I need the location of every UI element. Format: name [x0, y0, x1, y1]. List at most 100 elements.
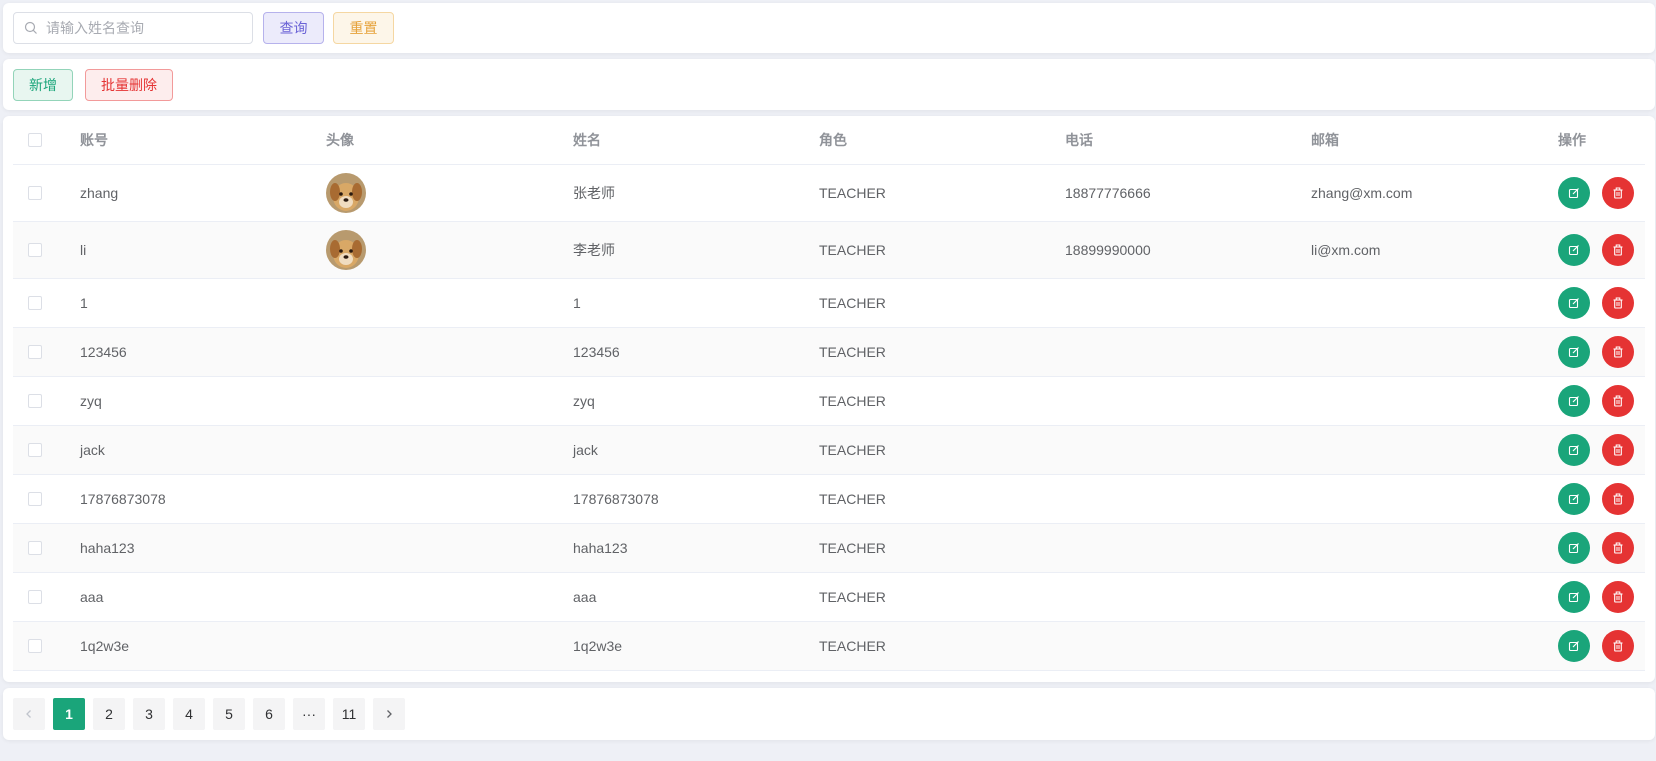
row-checkbox[interactable] — [28, 639, 42, 653]
row-checkbox[interactable] — [28, 394, 42, 408]
account-cell: 17876873078 — [80, 491, 166, 507]
role-cell: TEACHER — [819, 295, 886, 311]
prev-page-button[interactable] — [13, 698, 45, 730]
next-page-button[interactable] — [373, 698, 405, 730]
pagination-panel: 1 2 3 4 5 6 ··· 11 — [3, 688, 1655, 740]
delete-button[interactable] — [1602, 336, 1634, 368]
edit-button[interactable] — [1558, 532, 1590, 564]
page-button[interactable]: 2 — [93, 698, 125, 730]
reset-button[interactable]: 重置 — [333, 12, 394, 44]
row-select-cell — [28, 377, 42, 425]
delete-button[interactable] — [1602, 287, 1634, 319]
batch-delete-button[interactable]: 批量删除 — [85, 69, 173, 101]
column-header-account: 账号 — [80, 132, 108, 148]
edit-icon — [1568, 188, 1579, 199]
role-cell: TEACHER — [819, 638, 886, 654]
account-cell: aaa — [80, 589, 104, 605]
actions-cell — [1558, 426, 1634, 474]
actions-cell — [1558, 475, 1634, 523]
table-body: zhang 张老师 TEACHER 18877776666 zhang@xm.com li… — [13, 165, 1645, 671]
account-cell: zhang — [80, 185, 119, 201]
search-panel: 查询 重置 — [3, 3, 1655, 53]
role-cell: TEACHER — [819, 491, 886, 507]
trash-icon — [1613, 244, 1623, 256]
row-checkbox[interactable] — [28, 590, 42, 604]
row-select-cell — [28, 222, 42, 278]
role-cell: TEACHER — [819, 344, 886, 360]
row-checkbox[interactable] — [28, 443, 42, 457]
page-number-list: 1 2 3 4 5 6 ··· 11 — [53, 698, 365, 730]
edit-button[interactable] — [1558, 287, 1590, 319]
row-checkbox[interactable] — [28, 492, 42, 506]
page-button[interactable]: 3 — [133, 698, 165, 730]
search-button[interactable]: 查询 — [263, 12, 324, 44]
search-icon — [24, 21, 37, 34]
page-button[interactable]: 5 — [213, 698, 245, 730]
page-button[interactable]: 4 — [173, 698, 205, 730]
row-checkbox[interactable] — [28, 186, 42, 200]
row-checkbox[interactable] — [28, 296, 42, 310]
role-cell: TEACHER — [819, 442, 886, 458]
account-cell: jack — [80, 442, 105, 458]
chevron-right-icon — [387, 710, 392, 718]
row-select-cell — [28, 165, 42, 221]
row-checkbox[interactable] — [28, 345, 42, 359]
row-checkbox[interactable] — [28, 243, 42, 257]
actions-cell — [1558, 328, 1634, 376]
row-checkbox[interactable] — [28, 541, 42, 555]
row-select-cell — [28, 328, 42, 376]
select-all-cell — [28, 116, 42, 164]
edit-icon — [1568, 347, 1579, 358]
edit-button[interactable] — [1558, 581, 1590, 613]
actions-cell — [1558, 279, 1634, 327]
role-cell: TEACHER — [819, 393, 886, 409]
edit-button[interactable] — [1558, 177, 1590, 209]
delete-button[interactable] — [1602, 434, 1634, 466]
search-input[interactable] — [46, 13, 246, 43]
trash-icon — [1613, 591, 1623, 603]
trash-icon — [1613, 187, 1623, 199]
page-button[interactable]: 11 — [333, 698, 365, 730]
actions-cell — [1558, 524, 1634, 572]
table-panel: 账号 头像 姓名 角色 电话 邮箱 操作 zhang 张老师 TEACHER 1887… — [3, 116, 1655, 682]
row-select-cell — [28, 279, 42, 327]
edit-button[interactable] — [1558, 630, 1590, 662]
name-search-field[interactable] — [13, 12, 253, 44]
edit-button[interactable] — [1558, 336, 1590, 368]
page-button[interactable]: 6 — [253, 698, 285, 730]
actions-cell — [1558, 573, 1634, 621]
trash-icon — [1613, 346, 1623, 358]
avatar-cell — [326, 165, 366, 221]
delete-button[interactable] — [1602, 532, 1634, 564]
name-cell: zyq — [573, 393, 595, 409]
select-all-checkbox[interactable] — [28, 133, 42, 147]
phone-cell: 18899990000 — [1065, 242, 1151, 258]
edit-button[interactable] — [1558, 385, 1590, 417]
edit-button[interactable] — [1558, 483, 1590, 515]
chevron-left-icon — [26, 710, 31, 718]
add-button[interactable]: 新增 — [13, 69, 73, 101]
page-button[interactable]: 1 — [53, 698, 85, 730]
delete-button[interactable] — [1602, 177, 1634, 209]
account-cell: li — [80, 242, 87, 258]
trash-icon — [1613, 493, 1623, 505]
pagination: 1 2 3 4 5 6 ··· 11 — [13, 698, 405, 730]
delete-button[interactable] — [1602, 483, 1634, 515]
table-row: aaa aaa TEACHER — [13, 573, 1645, 622]
trash-icon — [1613, 444, 1623, 456]
row-select-cell — [28, 475, 42, 523]
more-pages-button[interactable]: ··· — [293, 698, 325, 730]
email-cell: zhang@xm.com — [1311, 185, 1413, 201]
delete-button[interactable] — [1602, 630, 1634, 662]
account-cell: zyq — [80, 393, 102, 409]
table-row: li 李老师 TEACHER 18899990000 li@xm.com — [13, 222, 1645, 279]
edit-button[interactable] — [1558, 234, 1590, 266]
table-row: 17876873078 17876873078 TEACHER — [13, 475, 1645, 524]
delete-button[interactable] — [1602, 234, 1634, 266]
name-cell: 1q2w3e — [573, 638, 623, 654]
delete-button[interactable] — [1602, 385, 1634, 417]
delete-button[interactable] — [1602, 581, 1634, 613]
edit-button[interactable] — [1558, 434, 1590, 466]
table-row: 123456 123456 TEACHER — [13, 328, 1645, 377]
name-cell: 17876873078 — [573, 491, 659, 507]
